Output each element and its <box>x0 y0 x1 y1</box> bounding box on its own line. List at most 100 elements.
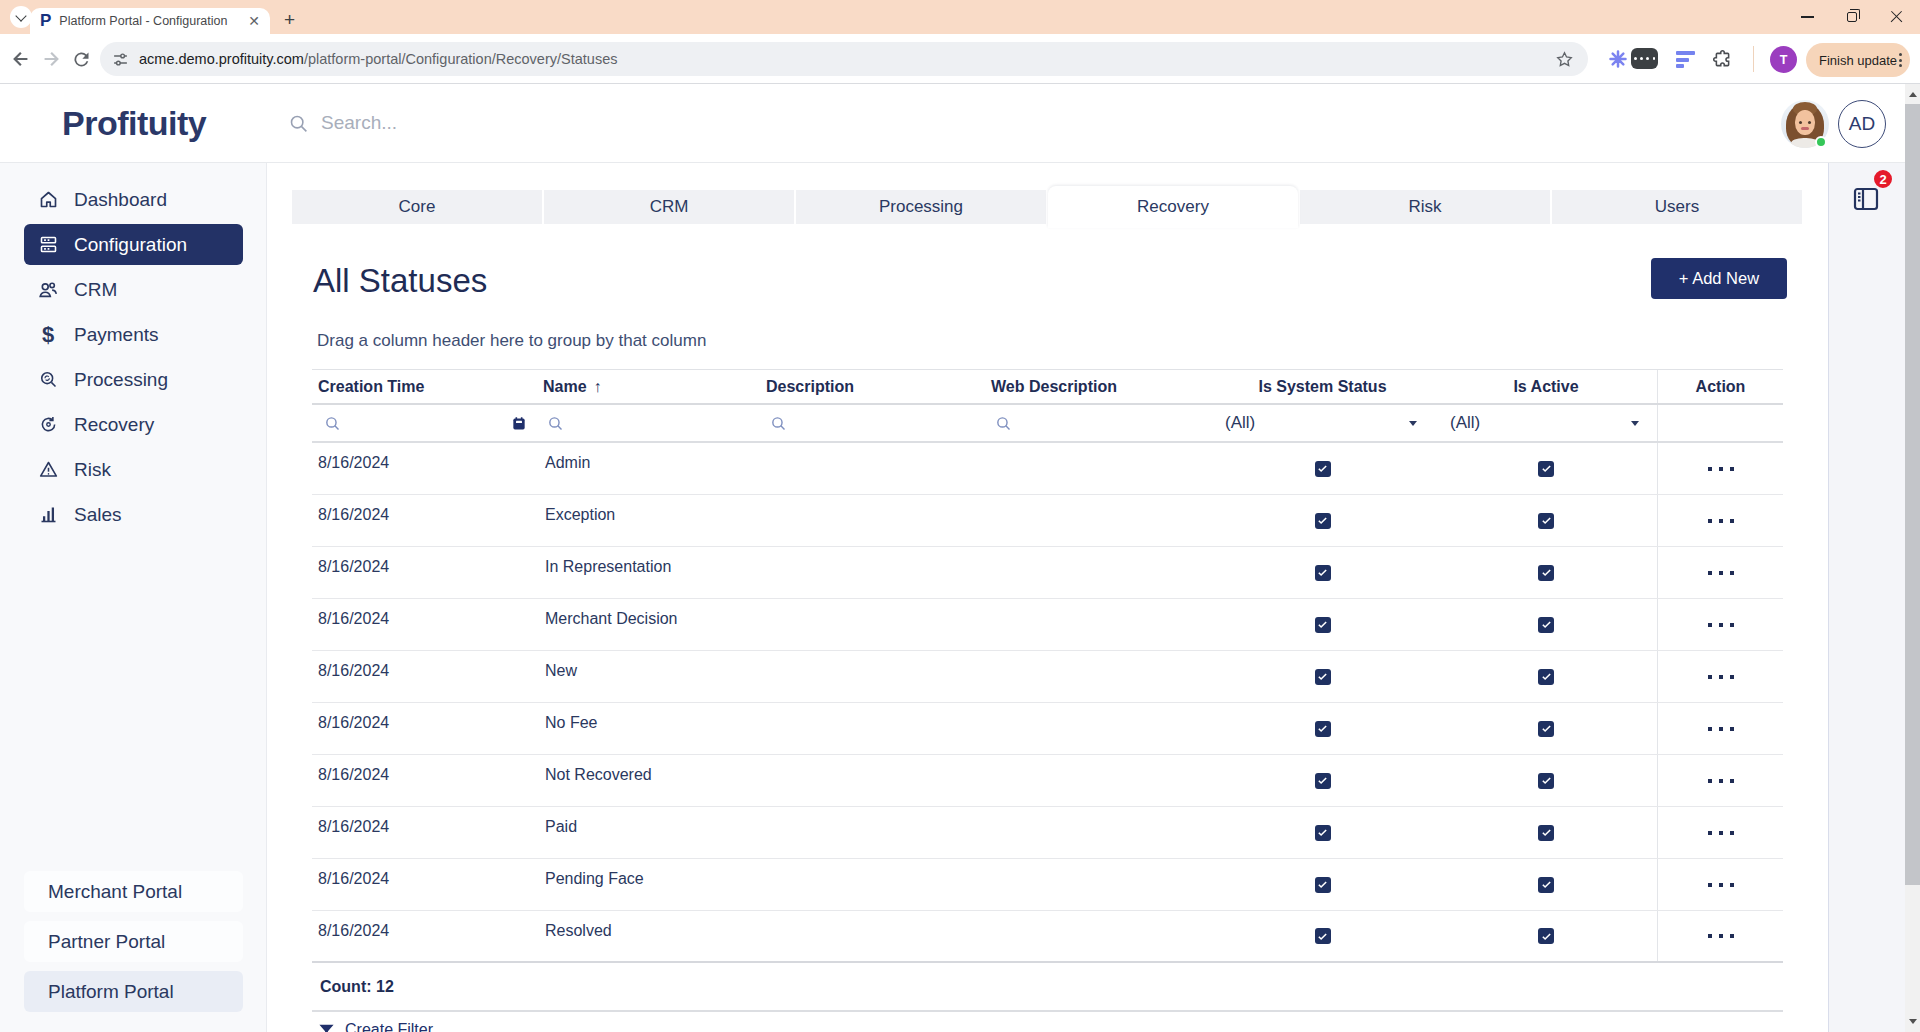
extensions-puzzle-icon[interactable] <box>1709 46 1735 72</box>
row-actions-button[interactable] <box>1708 467 1734 471</box>
partner-portal-button[interactable]: Partner Portal <box>24 921 243 962</box>
calendar-icon[interactable] <box>511 415 527 432</box>
checkbox-checked[interactable] <box>1315 721 1331 737</box>
restore-icon[interactable] <box>1847 12 1857 22</box>
sidebar-item-payments[interactable]: $ Payments <box>24 314 243 355</box>
checkbox-checked[interactable] <box>1315 513 1331 529</box>
bookmark-star-icon[interactable] <box>1555 50 1574 69</box>
checkbox-checked[interactable] <box>1315 928 1331 944</box>
scroll-down-arrow-icon[interactable] <box>1909 1019 1917 1024</box>
checkbox-checked[interactable] <box>1538 773 1554 789</box>
row-actions-button[interactable] <box>1708 831 1734 835</box>
scroll-up-arrow-icon[interactable] <box>1909 92 1917 97</box>
cell-is-active <box>1435 859 1657 910</box>
column-header-description[interactable]: Description <box>760 370 985 403</box>
checkbox-checked[interactable] <box>1538 877 1554 893</box>
row-actions-button[interactable] <box>1708 675 1734 679</box>
browser-profile-avatar[interactable]: T <box>1770 46 1797 73</box>
row-actions-button[interactable] <box>1708 727 1734 731</box>
row-actions-button[interactable] <box>1708 623 1734 627</box>
global-search-input[interactable]: Search... <box>288 112 397 134</box>
sidebar-item-dashboard[interactable]: Dashboard <box>24 179 243 220</box>
table-row[interactable]: 8/16/2024 Exception <box>312 495 1783 547</box>
column-header-creation-time[interactable]: Creation Time <box>312 370 537 403</box>
table-row[interactable]: 8/16/2024 Paid <box>312 807 1783 859</box>
tab-users[interactable]: Users <box>1552 190 1802 224</box>
column-header-web-description[interactable]: Web Description <box>985 370 1210 403</box>
checkbox-checked[interactable] <box>1315 565 1331 581</box>
checkbox-checked[interactable] <box>1538 461 1554 477</box>
sidebar-item-crm[interactable]: CRM <box>24 269 243 310</box>
filter-is-system-status[interactable]: (All) <box>1210 405 1435 441</box>
minimize-icon[interactable] <box>1801 16 1814 17</box>
table-row[interactable]: 8/16/2024 Pending Face <box>312 859 1783 911</box>
checkbox-checked[interactable] <box>1538 513 1554 529</box>
checkbox-checked[interactable] <box>1538 825 1554 841</box>
tab-processing[interactable]: Processing <box>796 190 1046 224</box>
row-actions-button[interactable] <box>1708 519 1734 523</box>
table-row[interactable]: 8/16/2024 No Fee <box>312 703 1783 755</box>
bars-extension-icon[interactable] <box>1676 51 1695 68</box>
sidebar-item-recovery[interactable]: Recovery <box>24 404 243 445</box>
checkbox-checked[interactable] <box>1315 773 1331 789</box>
row-actions-button[interactable] <box>1708 779 1734 783</box>
browser-tab[interactable]: P Platform Portal - Configuration ✕ <box>30 8 270 34</box>
column-header-is-active[interactable]: Is Active <box>1435 370 1657 403</box>
sidebar-item-processing[interactable]: Processing <box>24 359 243 400</box>
tab-crm[interactable]: CRM <box>544 190 794 224</box>
row-actions-button[interactable] <box>1708 571 1734 575</box>
checkbox-checked[interactable] <box>1538 928 1554 944</box>
checkbox-checked[interactable] <box>1315 669 1331 685</box>
checkbox-checked[interactable] <box>1538 721 1554 737</box>
checkbox-checked[interactable] <box>1538 565 1554 581</box>
url-bar[interactable]: acme.demo.profituity.com/platform-portal… <box>100 42 1588 76</box>
filter-name[interactable] <box>537 405 760 441</box>
new-tab-button[interactable]: + <box>284 9 295 31</box>
tab-risk[interactable]: Risk <box>1300 190 1550 224</box>
sidebar-item-risk[interactable]: Risk <box>24 449 243 490</box>
finish-update-button[interactable]: Finish update <box>1806 43 1910 77</box>
table-row[interactable]: 8/16/2024 Merchant Decision <box>312 599 1783 651</box>
filter-description[interactable] <box>760 405 985 441</box>
site-settings-icon[interactable] <box>112 51 129 68</box>
merchant-portal-button[interactable]: Merchant Portal <box>24 871 243 912</box>
checkbox-checked[interactable] <box>1315 617 1331 633</box>
table-row[interactable]: 8/16/2024 In Representation <box>312 547 1783 599</box>
add-new-button[interactable]: + Add New <box>1651 258 1787 299</box>
forward-icon[interactable] <box>38 46 64 72</box>
column-header-name[interactable]: Name↑ <box>537 370 760 403</box>
checkbox-checked[interactable] <box>1315 877 1331 893</box>
page-scrollbar[interactable] <box>1905 84 1920 1032</box>
platform-portal-button[interactable]: Platform Portal <box>24 971 243 1012</box>
side-panel-icon[interactable] <box>1851 185 1881 217</box>
checkbox-checked[interactable] <box>1538 617 1554 633</box>
browser-menu-icon[interactable] <box>1899 53 1902 67</box>
create-filter-button[interactable]: Create Filter <box>312 1021 1783 1032</box>
filter-is-active[interactable]: (All) <box>1435 405 1657 441</box>
column-header-is-system-status[interactable]: Is System Status <box>1210 370 1435 403</box>
back-icon[interactable] <box>8 46 34 72</box>
tab-core[interactable]: Core <box>292 190 542 224</box>
checkbox-checked[interactable] <box>1315 461 1331 477</box>
scrollbar-thumb[interactable] <box>1905 104 1920 885</box>
tab-close-icon[interactable]: ✕ <box>248 13 260 29</box>
table-row[interactable]: 8/16/2024 Not Recovered <box>312 755 1783 807</box>
sidebar-item-configuration[interactable]: Configuration <box>24 224 243 265</box>
tab-search-button[interactable] <box>10 6 32 28</box>
table-row[interactable]: 8/16/2024 New <box>312 651 1783 703</box>
table-row[interactable]: 8/16/2024 Admin <box>312 443 1783 495</box>
table-row[interactable]: 8/16/2024 Resolved <box>312 911 1783 963</box>
row-actions-button[interactable] <box>1708 883 1734 887</box>
spark-extension-icon[interactable] <box>1605 46 1631 72</box>
filter-creation-time[interactable] <box>312 405 537 441</box>
filter-web-description[interactable] <box>985 405 1210 441</box>
tab-recovery[interactable]: Recovery <box>1048 186 1298 228</box>
close-icon[interactable] <box>1890 10 1904 24</box>
row-actions-button[interactable] <box>1708 934 1734 938</box>
refresh-icon[interactable] <box>68 46 94 72</box>
checkbox-checked[interactable] <box>1538 669 1554 685</box>
sidebar-item-sales[interactable]: Sales <box>24 494 243 535</box>
checkbox-checked[interactable] <box>1315 825 1331 841</box>
user-initials-badge[interactable]: AD <box>1838 100 1886 148</box>
password-extension-icon[interactable] <box>1631 48 1658 69</box>
